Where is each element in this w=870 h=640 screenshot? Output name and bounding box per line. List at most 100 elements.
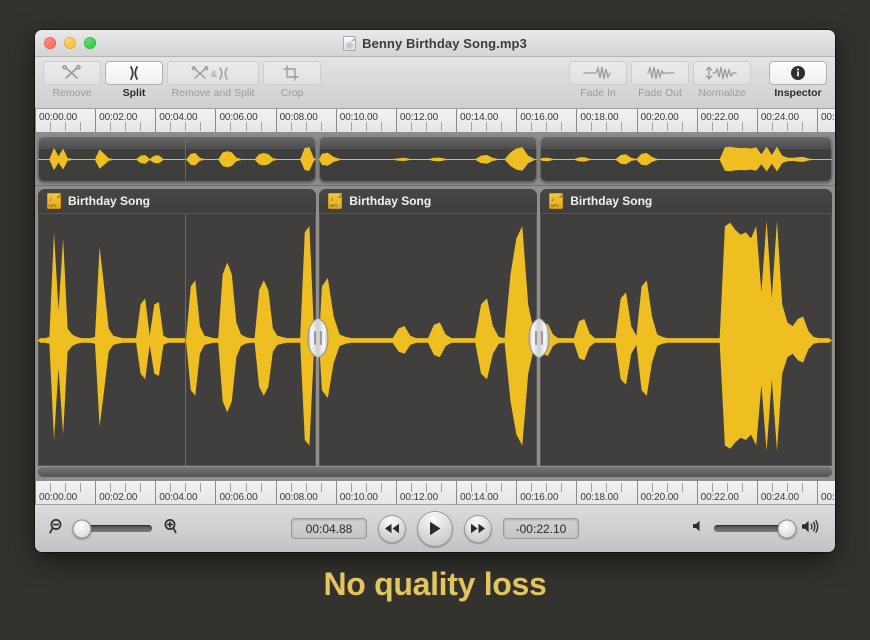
fade-out-button[interactable]: Fade Out — [631, 61, 689, 99]
remaining-time-display[interactable]: -00:22.10 — [503, 518, 579, 539]
fast-forward-button[interactable] — [464, 514, 492, 543]
document-icon — [343, 35, 357, 51]
mp3-file-icon: ♪ MP3 — [47, 193, 61, 209]
ruler-minor-tick — [185, 483, 187, 492]
speaker-low-icon[interactable] — [691, 519, 705, 538]
ruler-minor-tick — [230, 483, 232, 492]
ruler-minor-tick — [801, 122, 803, 131]
ruler-minor-tick — [410, 122, 412, 131]
ruler-minor-tick — [110, 122, 112, 131]
zoom-slider-knob[interactable] — [72, 519, 92, 538]
split-label: Split — [122, 87, 146, 99]
overview-clip[interactable] — [38, 136, 317, 182]
rewind-button[interactable] — [378, 514, 406, 543]
effects-tools-group: Fade In Fade Out Normalize Inspector — [569, 61, 827, 99]
remove-and-split-button[interactable]: & Remove and Split — [167, 61, 259, 99]
ruler-label: 00:14.00 — [460, 492, 499, 503]
fade-in-button[interactable]: Fade In — [569, 61, 627, 99]
clip-waveform — [38, 214, 317, 466]
remove-button[interactable]: Remove — [43, 61, 101, 99]
clip-waveform-body[interactable] — [319, 214, 538, 466]
ruler-minor-tick — [200, 483, 202, 492]
ruler-minor-tick — [711, 483, 713, 492]
window-title: Benny Birthday Song.mp3 — [362, 35, 527, 51]
overview-waveform — [540, 136, 832, 182]
audio-editor-window: Benny Birthday Song.mp3 Remove Split & R… — [35, 30, 835, 552]
speaker-high-icon[interactable] — [801, 519, 821, 539]
timeline-ruler-bottom[interactable]: 00:00.00 00:02.00 00:04.00 00:06.00 00:08.00… — [35, 480, 835, 504]
ruler-minor-tick — [365, 483, 367, 492]
normalize-button[interactable]: Normalize — [693, 61, 751, 99]
minimize-button[interactable] — [64, 37, 76, 49]
ruler-minor-tick — [771, 483, 773, 492]
clip-header[interactable]: ♪ MP3 Birthday Song — [540, 189, 832, 214]
clip-waveform — [319, 214, 538, 466]
ruler-label: 00:26.00 — [820, 492, 835, 503]
timeline-ruler-top[interactable]: 00:00.00 00:02.00 00:04.00 00:06.00 00:08.00… — [35, 109, 835, 133]
ruler-minor-tick — [365, 122, 367, 131]
normalize-label: Normalize — [698, 87, 746, 99]
remove-label: Remove — [52, 87, 92, 99]
ruler-minor-tick — [410, 483, 412, 492]
ruler-minor-tick — [486, 122, 488, 131]
volume-slider-knob[interactable] — [777, 519, 797, 538]
ruler-minor-tick — [230, 122, 232, 131]
ruler-label: 00:02.00 — [99, 112, 138, 123]
volume-slider-track[interactable] — [714, 519, 797, 538]
magnifier-minus-icon[interactable] — [49, 518, 66, 540]
clip-waveform-body[interactable] — [38, 214, 317, 466]
track-playhead[interactable] — [184, 214, 186, 466]
audio-clip[interactable]: ♪ MP3 Birthday Song — [540, 189, 832, 466]
horizontal-scrollbar-thumb[interactable] — [38, 466, 832, 477]
ruler-minor-tick — [531, 483, 533, 492]
audio-clip[interactable]: ♪ MP3 Birthday Song — [38, 189, 317, 466]
overview-clip[interactable] — [319, 136, 538, 182]
transport-bar: 00:04.88 -00:22.10 — [35, 504, 835, 552]
ruler-label: 00:24.00 — [760, 112, 799, 123]
clip-header[interactable]: ♪ MP3 Birthday Song — [319, 189, 538, 214]
magnifier-plus-icon[interactable] — [160, 518, 177, 540]
split-handle-1[interactable] — [307, 317, 329, 359]
volume-control-group — [691, 519, 821, 539]
ruler-label: 00:10.00 — [339, 492, 378, 503]
inspector-button[interactable]: Inspector — [769, 61, 827, 99]
ruler-minor-tick — [320, 122, 322, 131]
clip-waveform-body[interactable] — [540, 214, 832, 466]
split-button[interactable]: Split — [105, 61, 163, 99]
play-button[interactable] — [417, 510, 453, 547]
close-button[interactable] — [44, 37, 56, 49]
ruler-minor-tick — [65, 483, 67, 492]
zoom-slider-track[interactable] — [72, 519, 152, 538]
ruler-major-tick — [95, 481, 97, 504]
ruler-minor-tick — [441, 122, 443, 131]
ruler-major-tick — [155, 109, 157, 132]
ruler-minor-tick — [666, 483, 668, 492]
ruler-minor-tick — [50, 122, 52, 131]
ruler-minor-tick — [546, 483, 548, 492]
ruler-label: 00:12.00 — [399, 112, 439, 123]
edit-tools-group: Remove Split & Remove and Split Crop — [43, 61, 321, 99]
ruler-minor-tick — [606, 483, 608, 492]
overview-waveform-strip[interactable] — [35, 133, 835, 186]
track-editor-area[interactable]: ♪ MP3 Birthday Song ♪ MP3 Birthday Song ♪ MP3 Bi… — [35, 186, 835, 466]
horizontal-scrollbar[interactable] — [35, 466, 835, 480]
split-handle-2[interactable] — [528, 317, 550, 359]
ruler-major-tick — [456, 481, 458, 504]
ruler-minor-tick — [591, 483, 593, 492]
ruler-label: 00:20.00 — [640, 112, 679, 123]
ruler-minor-tick — [140, 122, 142, 131]
zoom-button[interactable] — [84, 37, 96, 49]
ruler-minor-tick — [561, 122, 563, 131]
main-toolbar: Remove Split & Remove and Split Crop Fad… — [35, 57, 835, 109]
overview-playhead[interactable] — [184, 136, 186, 182]
ruler-major-tick — [756, 109, 758, 132]
overview-clip[interactable] — [540, 136, 832, 182]
elapsed-time-display[interactable]: 00:04.88 — [291, 518, 367, 539]
ruler-minor-tick — [245, 122, 247, 131]
ruler-major-tick — [456, 109, 458, 132]
clip-header[interactable]: ♪ MP3 Birthday Song — [38, 189, 317, 214]
normalize-icon — [693, 61, 751, 85]
audio-clip[interactable]: ♪ MP3 Birthday Song — [319, 189, 538, 466]
clip-waveform — [540, 214, 832, 466]
crop-button[interactable]: Crop — [263, 61, 321, 99]
